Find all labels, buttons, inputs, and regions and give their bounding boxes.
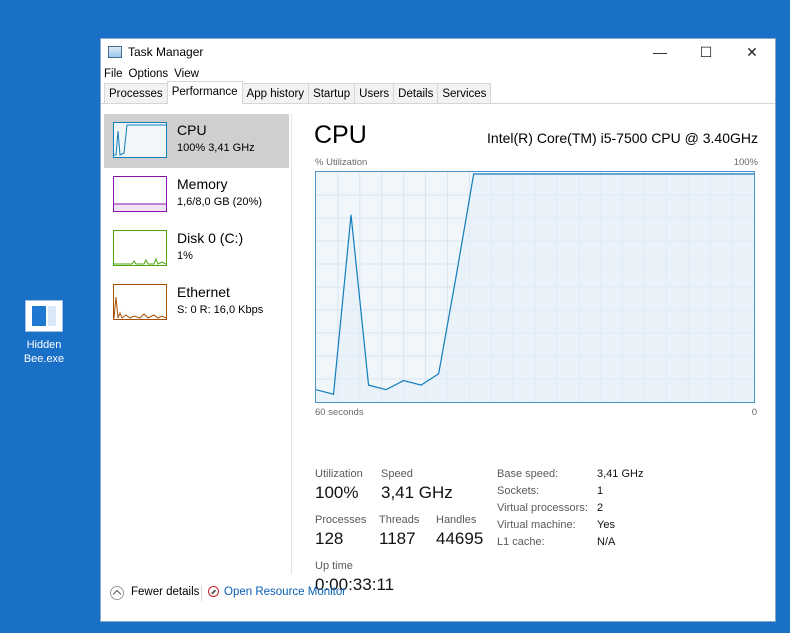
- processes-label: Processes: [315, 514, 367, 526]
- l1-cache-key: L1 cache:: [497, 536, 545, 548]
- desktop-file-label: Hidden Bee.exe: [23, 339, 65, 365]
- graph-zero-label: 0: [751, 407, 757, 418]
- memory-thumbnail-graph: [113, 176, 167, 212]
- tab-startup[interactable]: Startup: [308, 83, 356, 103]
- sidebar-item-ethernet[interactable]: Ethernet S: 0 R: 16,0 Kbps: [104, 276, 289, 330]
- footer-separator: [201, 585, 202, 601]
- sidebar-ethernet-name: Ethernet: [177, 284, 230, 300]
- ethernet-thumbnail-graph: [113, 284, 167, 320]
- resource-monitor-icon: [208, 586, 219, 597]
- tab-strip: Processes Performance App history Startu…: [101, 81, 775, 104]
- handles-value: 44695: [436, 529, 484, 548]
- cpu-utilization-graph: [315, 171, 755, 403]
- desktop-file-icon[interactable]: Hidden Bee.exe: [18, 300, 70, 366]
- sidebar-memory-name: Memory: [177, 176, 228, 192]
- virtual-machine-value: Yes: [597, 519, 615, 531]
- close-button[interactable]: ✕: [729, 39, 775, 65]
- tab-details[interactable]: Details: [393, 83, 439, 103]
- sidebar-disk-sub: 1%: [177, 250, 193, 262]
- sockets-key: Sockets:: [497, 485, 540, 497]
- sidebar-cpu-sub: 100% 3,41 GHz: [177, 142, 255, 154]
- sidebar-disk-name: Disk 0 (C:): [177, 230, 244, 246]
- processes-value: 128: [315, 529, 344, 548]
- threads-label: Threads: [379, 514, 420, 526]
- sidebar-item-disk[interactable]: Disk 0 (C:) 1%: [104, 222, 289, 276]
- virtual-machine-key: Virtual machine:: [497, 519, 576, 531]
- sidebar-item-cpu[interactable]: CPU 100% 3,41 GHz: [104, 114, 289, 168]
- base-speed-value: 3,41 GHz: [597, 468, 644, 480]
- virtual-processors-key: Virtual processors:: [497, 502, 588, 514]
- virtual-processors-value: 2: [597, 502, 604, 514]
- uptime-label: Up time: [315, 560, 353, 572]
- page-title: CPU: [314, 121, 367, 149]
- utilization-axis-label: % Utilization: [315, 157, 368, 168]
- tab-services[interactable]: Services: [437, 83, 492, 103]
- sockets-value: 1: [597, 485, 604, 497]
- chevron-up-icon[interactable]: [110, 586, 124, 600]
- l1-cache-value: N/A: [597, 536, 616, 548]
- cpu-graph-svg: [315, 172, 754, 402]
- window-title: Task Manager: [128, 45, 204, 59]
- graph-max-label: 100%: [733, 157, 758, 168]
- task-manager-app-icon: [108, 46, 122, 58]
- menu-file[interactable]: File: [104, 68, 123, 80]
- tab-app-history[interactable]: App history: [241, 83, 310, 103]
- menu-options[interactable]: Options: [129, 68, 169, 80]
- menu-view[interactable]: View: [174, 68, 199, 80]
- base-speed-key: Base speed:: [497, 468, 559, 480]
- sidebar-item-memory[interactable]: Memory 1,6/8,0 GB (20%): [104, 168, 289, 222]
- handles-label: Handles: [436, 514, 477, 526]
- sidebar-cpu-name: CPU: [177, 122, 207, 138]
- open-resource-monitor-link[interactable]: Open Resource Monitor: [224, 586, 346, 598]
- graph-time-label: 60 seconds: [315, 407, 364, 418]
- sidebar-divider: [291, 114, 292, 574]
- utilization-label: Utilization: [315, 468, 363, 480]
- title-bar[interactable]: Task Manager — ☐ ✕: [101, 39, 775, 65]
- task-manager-window: Task Manager — ☐ ✕ File Options View Pro…: [100, 38, 776, 622]
- fewer-details-link[interactable]: Fewer details: [131, 586, 199, 598]
- cpu-thumbnail-graph: [113, 122, 167, 158]
- maximize-button[interactable]: ☐: [683, 39, 729, 65]
- executable-icon: [25, 300, 63, 332]
- sidebar-memory-sub: 1,6/8,0 GB (20%): [177, 196, 262, 208]
- footer-bar: Fewer details Open Resource Monitor: [101, 573, 775, 621]
- speed-label: Speed: [381, 468, 413, 480]
- tab-users[interactable]: Users: [354, 83, 395, 103]
- window-controls: — ☐ ✕: [637, 39, 775, 65]
- utilization-value: 100%: [315, 483, 359, 502]
- resource-sidebar: CPU 100% 3,41 GHz Memory 1,6/8,0 GB (20%…: [104, 114, 289, 569]
- minimize-button[interactable]: —: [637, 39, 683, 65]
- cpu-model-name: Intel(R) Core(TM) i5-7500 CPU @ 3.40GHz: [487, 130, 758, 146]
- sidebar-ethernet-sub: S: 0 R: 16,0 Kbps: [177, 304, 264, 316]
- threads-value: 1187: [379, 529, 416, 548]
- tab-performance[interactable]: Performance: [166, 81, 243, 104]
- disk-thumbnail-graph: [113, 230, 167, 266]
- tab-processes[interactable]: Processes: [104, 83, 168, 103]
- speed-value: 3,41 GHz: [381, 483, 453, 502]
